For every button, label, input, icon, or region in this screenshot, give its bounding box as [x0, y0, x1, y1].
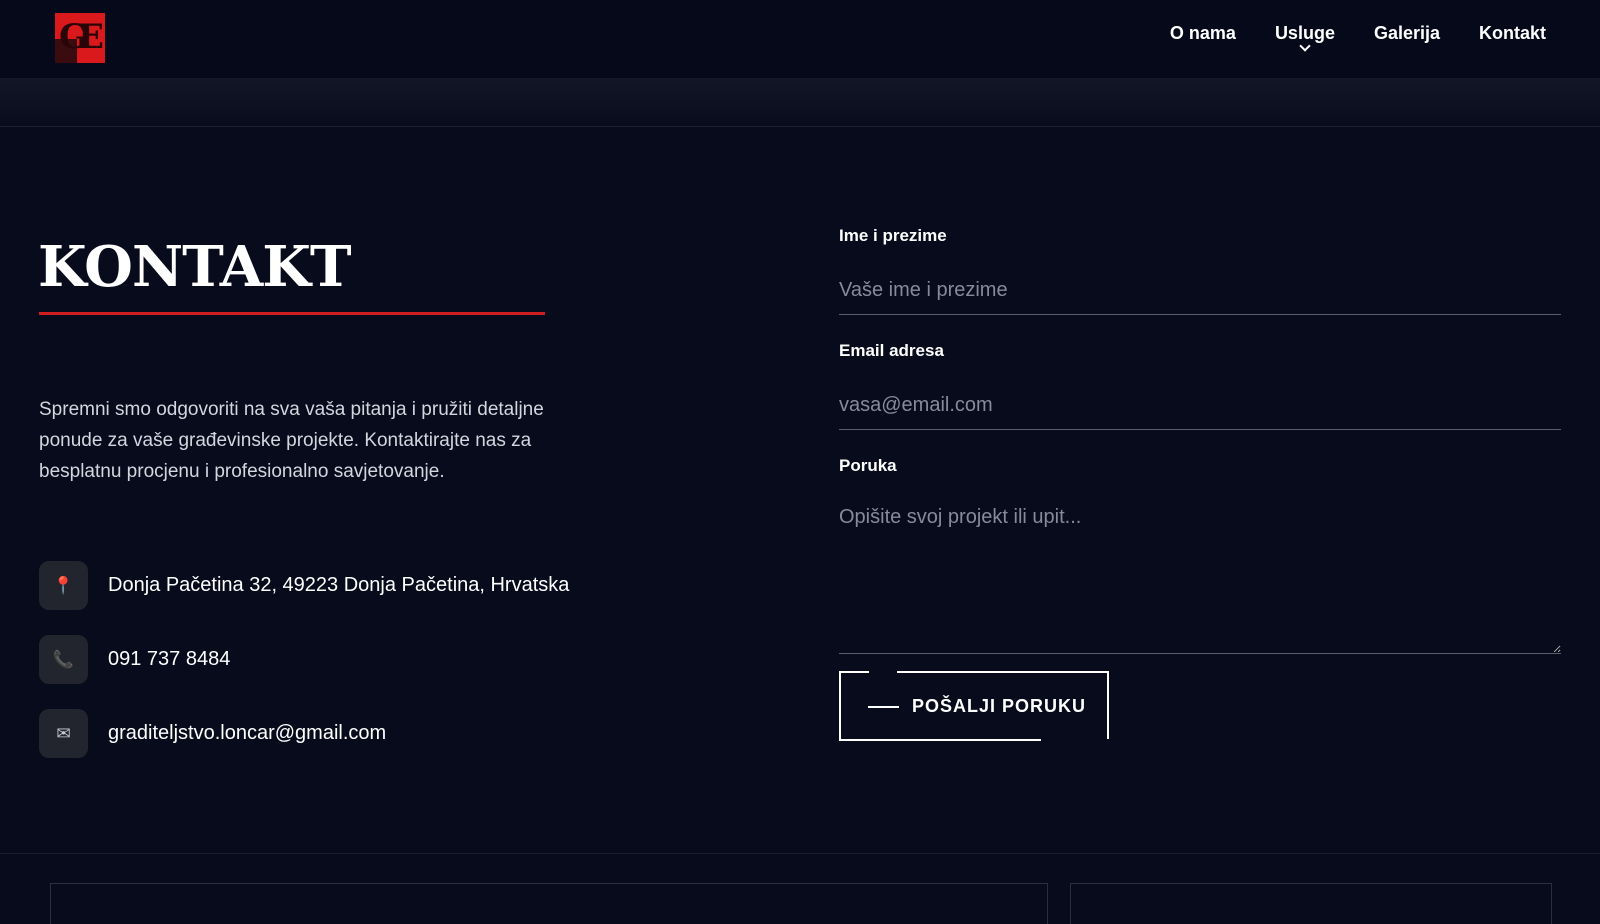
phone-text[interactable]: 091 737 8484: [108, 648, 230, 671]
info-panel: [1070, 883, 1552, 924]
logo[interactable]: GE: [55, 13, 105, 63]
message-label: Poruka: [839, 456, 897, 475]
submit-button-label: POŠALJI PORUKU: [912, 696, 1087, 716]
contact-address: 📍 Donja Pačetina 32, 49223 Donja Pačetin…: [39, 561, 569, 610]
contact-email: ✉ graditeljstvo.loncar@gmail.com: [39, 709, 386, 758]
nav-item-o-nama[interactable]: O nama: [1170, 22, 1236, 44]
main-nav: O nama Usluge Galerija Kontakt: [1170, 22, 1546, 52]
section-divider: [0, 853, 1600, 854]
header-band: [0, 78, 1600, 127]
button-dash: [868, 706, 899, 708]
phone-icon: 📞: [39, 635, 88, 684]
name-input[interactable]: [839, 266, 1561, 315]
message-textarea[interactable]: [839, 494, 1561, 654]
button-border-gap: [869, 671, 897, 673]
contact-phone: 📞 091 737 8484: [39, 635, 230, 684]
email-label: Email adresa: [839, 341, 944, 360]
nav-item-kontakt[interactable]: Kontakt: [1479, 22, 1546, 44]
envelope-icon: ✉: [39, 709, 88, 758]
email-text[interactable]: graditeljstvo.loncar@gmail.com: [108, 722, 386, 745]
title-underline: [39, 312, 545, 315]
intro-text: Spremni smo odgovoriti na sva vaša pitan…: [39, 399, 544, 482]
page-title: KONTAKT: [38, 234, 352, 300]
map-pin-icon: 📍: [39, 561, 88, 610]
address-text: Donja Pačetina 32, 49223 Donja Pačetina,…: [108, 574, 570, 596]
submit-button[interactable]: POŠALJI PORUKU: [839, 671, 1111, 741]
map-panel: [50, 883, 1048, 924]
nav-item-usluge[interactable]: Usluge: [1275, 22, 1335, 52]
logo-mark: GE: [59, 17, 104, 57]
name-label: Ime i prezime: [839, 226, 947, 245]
site-header: GE O nama Usluge Galerija Kontakt: [0, 0, 1600, 78]
button-border-gap: [1041, 739, 1111, 741]
email-input[interactable]: [839, 381, 1561, 430]
nav-item-galerija[interactable]: Galerija: [1374, 22, 1440, 44]
